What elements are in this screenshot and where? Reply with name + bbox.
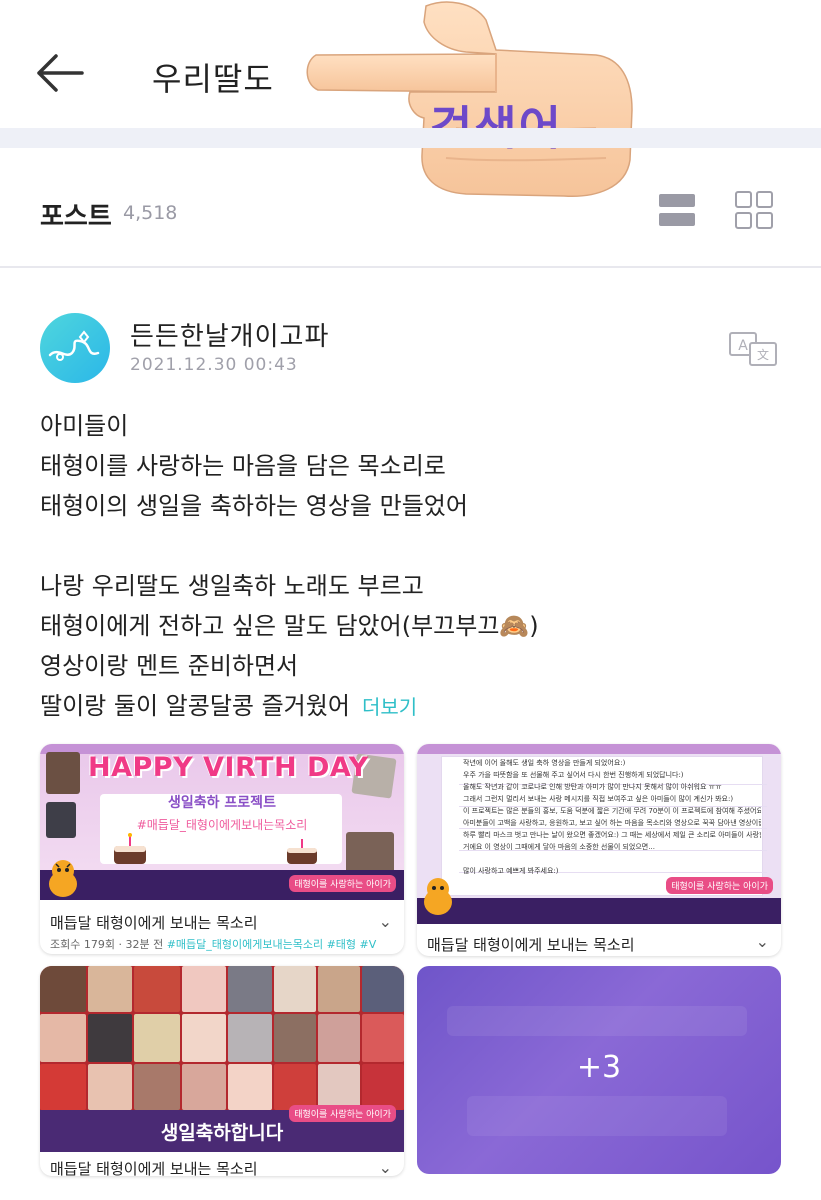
letter-line: 그래서 그런지 멀리서 보내는 사랑 메시지를 직접 보여주고 싶은 아미들이 … xyxy=(463,795,734,803)
chevron-down-icon[interactable]: ⌄ xyxy=(379,912,392,931)
media-meta: 조회수 179회 · 32분 전 #매듭달_태형이에게보내는목소리 #태형 #V xyxy=(50,936,376,952)
letter-line: 하루 빨리 마스크 벗고 만나는 날이 왔으면 좋겠어요:) 그 때는 세상에서… xyxy=(463,831,761,839)
post-line: 태형이를 사랑하는 마음을 담은 목소리로 xyxy=(40,452,446,480)
post-line: 태형이의 생일을 축하하는 영상을 만들었어 xyxy=(40,492,468,520)
banner-footer: 태형이를 사랑하는 아이가 xyxy=(289,875,396,892)
media-caption: 매듭달 태형이에게 보내는 목소리 xyxy=(50,1160,258,1176)
letter-line: 작년에 이어 올해도 생일 축하 영상을 만들게 되었어요:) xyxy=(463,759,626,767)
posts-header: 포스트 4,518 xyxy=(0,150,821,268)
post-line: 딸이랑 둘이 알콩달콩 즐거웠어 xyxy=(40,692,350,720)
banner-subtitle: 생일축하 프로젝트 xyxy=(168,795,276,811)
banner-footer: 태형이를 사랑하는 아이가 xyxy=(666,877,773,894)
posts-label: 포스트 xyxy=(40,202,112,232)
grid-view-icon xyxy=(735,191,773,229)
svg-text:文: 文 xyxy=(757,347,769,362)
banner-hashtag: #매듭달_태형이에게보내는목소리 xyxy=(136,818,308,832)
banner-footer: 태형이를 사랑하는 아이가 xyxy=(289,1105,396,1122)
ruled-line xyxy=(459,828,767,829)
chevron-down-icon[interactable]: ⌄ xyxy=(379,1158,392,1176)
chevron-down-icon[interactable]: ⌄ xyxy=(756,932,769,951)
tiger-mascot-icon xyxy=(49,860,77,897)
media-card[interactable]: 작년에 이어 올해도 생일 축하 영상을 만들게 되었어요:) 우주 가을 따뜻… xyxy=(417,744,781,956)
media-meta-stats: 조회수 179회 · 32분 전 xyxy=(50,938,164,951)
media-caption: 매듭달 태형이에게 보내는 목소리 xyxy=(50,914,258,932)
translate-icon: A 文 xyxy=(729,332,777,366)
back-arrow-icon xyxy=(37,54,84,92)
translate-button[interactable]: A 文 xyxy=(728,330,780,368)
author-name[interactable]: 든든한날개이고파 xyxy=(130,316,329,353)
list-view-icon xyxy=(659,194,695,226)
media-hashtags[interactable]: #매듭달_태형이에게보내는목소리 #태형 #V xyxy=(167,938,377,951)
media-thumbnail[interactable]: 작년에 이어 올해도 생일 축하 영상을 만들게 되었어요:) 우주 가을 따뜻… xyxy=(417,744,781,924)
letter-line: 아미분들이 고백을 사랑하고, 응원하고, 보고 싶어 하는 마음을 목소리와 … xyxy=(463,819,761,827)
list-view-button[interactable] xyxy=(658,192,696,228)
media-card[interactable]: 생일축하합니다 태형이를 사랑하는 아이가 매듭달 태형이에게 보내는 목소리 … xyxy=(40,966,404,1176)
post-line: 아미들이 xyxy=(40,412,129,440)
post-date: 2021.12.30 00:43 xyxy=(130,355,298,375)
page-title: 우리딸도 xyxy=(152,60,274,98)
letter-line: 거에요 이 영상이 그때에게 닿아 마음의 소중한 선물이 되었으면... xyxy=(463,843,655,851)
back-button[interactable] xyxy=(34,50,86,96)
letter-line: 우주 가을 따뜻함을 또 선물해 주고 싶어서 다시 한번 진행하게 되었답니다… xyxy=(463,771,684,779)
posts-count: 4,518 xyxy=(123,202,178,224)
more-media-tile[interactable]: +3 xyxy=(417,966,781,1174)
banner-title: HAPPY VIRTH DAY xyxy=(88,752,369,783)
grid-view-button[interactable] xyxy=(734,190,774,230)
svg-text:A: A xyxy=(738,338,748,354)
cake-icon xyxy=(114,833,146,864)
letter-line: 이 프로젝트는 많은 분들의 홍보, 도움 덕분에 짧은 기간에 무려 70분이… xyxy=(463,807,761,815)
letter-line: 많이 사랑하고 예쁘게 봐주세요:) xyxy=(463,867,559,875)
post-line-blank xyxy=(40,526,780,566)
more-link[interactable]: 더보기 xyxy=(362,695,417,719)
mosaic-banner-text: 생일축하합니다 xyxy=(160,1122,284,1144)
more-media-count: +3 xyxy=(576,1050,622,1085)
media-card[interactable]: HAPPY VIRTH DAY 생일축하 프로젝트 #매듭달_태형이에게보내는목… xyxy=(40,744,404,954)
divider-band xyxy=(0,128,821,148)
media-thumbnail[interactable]: 생일축하합니다 태형이를 사랑하는 아이가 xyxy=(40,966,404,1152)
cake-icon xyxy=(287,839,317,864)
post-line: 나랑 우리딸도 생일축하 노래도 부르고 xyxy=(40,572,424,600)
letter-line: 올해도 작년과 같이 코로나로 인해 방탄과 아미가 많이 만나지 못해서 많이… xyxy=(463,783,722,791)
post-line-last: 딸이랑 둘이 알콩달콩 즐거웠어 더보기 xyxy=(40,686,780,726)
search-keyword-label: 검색어 xyxy=(430,92,563,158)
post-line: 영상이랑 멘트 준비하면서 xyxy=(40,652,299,680)
post-line: 태형이에게 전하고 싶은 말도 담았어(부끄부끄🙈) xyxy=(40,612,539,640)
media-caption: 매듭달 태형이에게 보내는 목소리 xyxy=(427,936,635,954)
tiger-mascot-icon xyxy=(424,878,452,915)
post-body: 아미들이 태형이를 사랑하는 마음을 담은 목소리로 태형이의 생일을 축하하는… xyxy=(40,406,780,726)
avatar[interactable] xyxy=(40,313,110,383)
media-thumbnail[interactable]: HAPPY VIRTH DAY 생일축하 프로젝트 #매듭달_태형이에게보내는목… xyxy=(40,744,404,900)
avatar-logo-icon xyxy=(48,330,100,361)
